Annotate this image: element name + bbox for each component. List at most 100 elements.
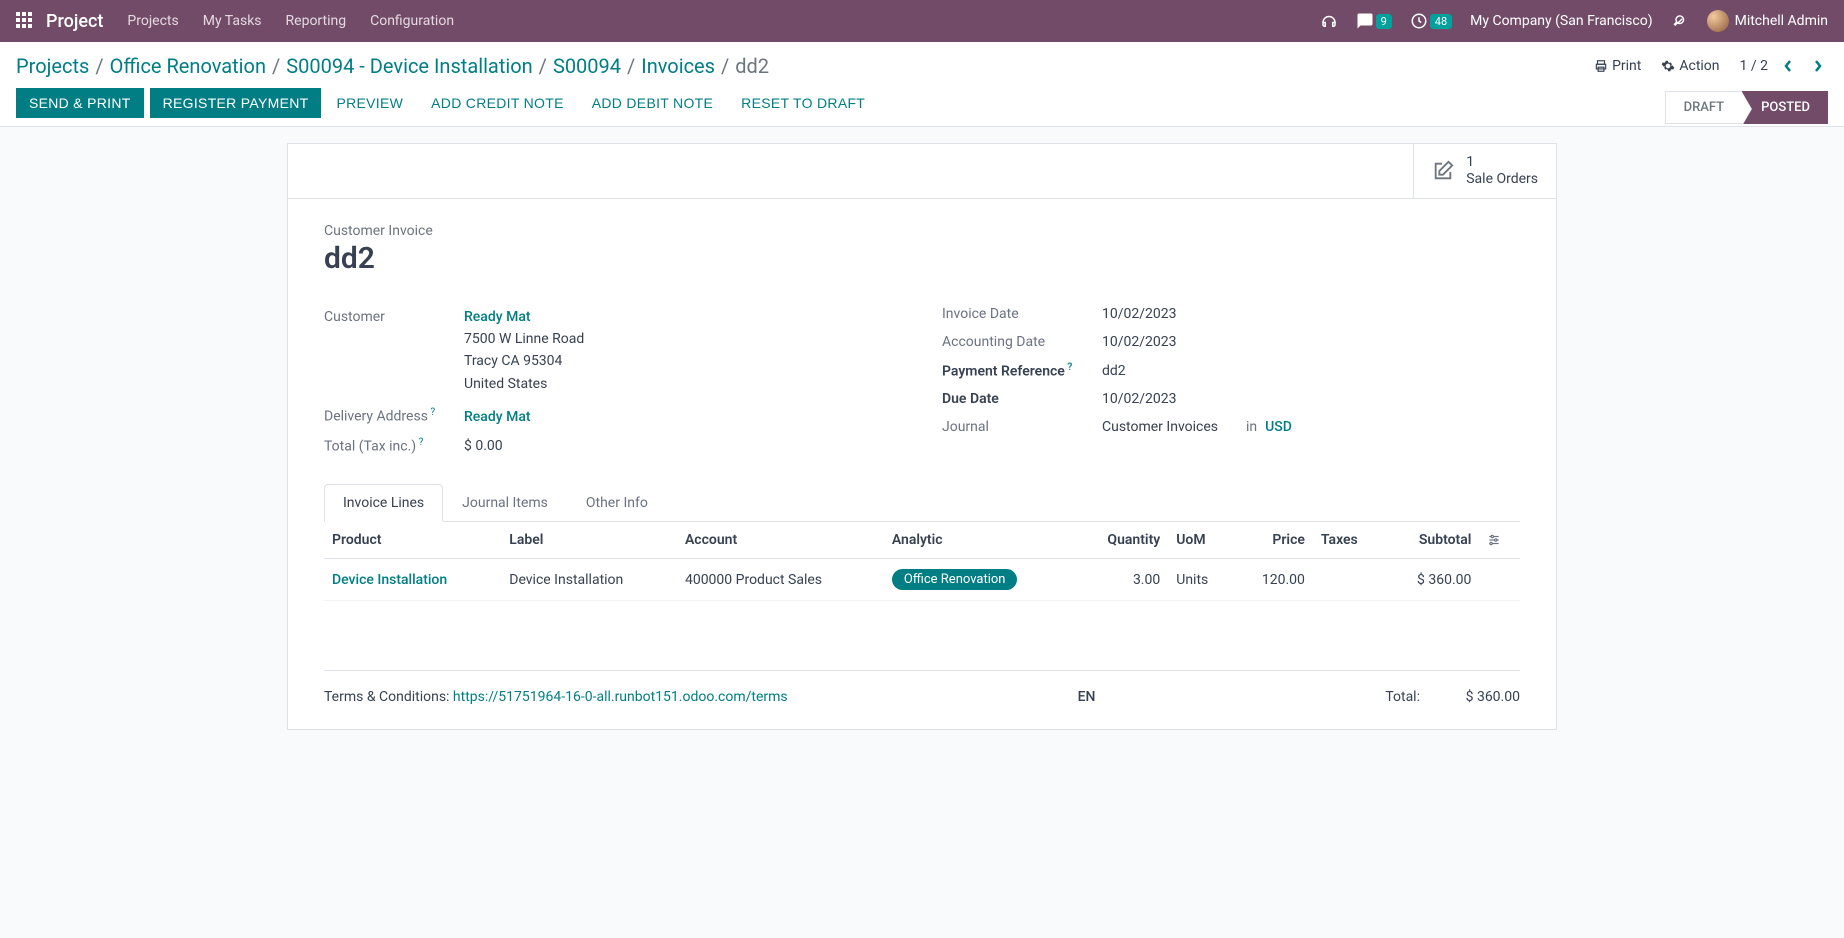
crumb-so[interactable]: S00094 bbox=[553, 54, 621, 78]
total-inc-label: Total (Tax inc.) ? bbox=[324, 437, 464, 455]
add-credit-note-button[interactable]: ADD CREDIT NOTE bbox=[418, 88, 577, 118]
tabs: Invoice Lines Journal Items Other Info bbox=[324, 484, 1520, 522]
sale-orders-stat-button[interactable]: 1 Sale Orders bbox=[1413, 144, 1556, 198]
cell-account: 400000 Product Sales bbox=[677, 559, 884, 601]
pencil-square-icon bbox=[1432, 160, 1454, 182]
breadcrumb: Projects/ Office Renovation/ S00094 - De… bbox=[16, 54, 769, 78]
invoice-date-label: Invoice Date bbox=[942, 306, 1102, 322]
total-value: $ 360.00 bbox=[1440, 689, 1520, 705]
help-icon[interactable]: ? bbox=[416, 437, 423, 448]
accounting-date-label: Accounting Date bbox=[942, 334, 1102, 350]
send-print-button[interactable]: SEND & PRINT bbox=[16, 88, 144, 118]
th-uom[interactable]: UoM bbox=[1168, 522, 1233, 559]
journal-label: Journal bbox=[942, 419, 1102, 435]
delivery-link[interactable]: Ready Mat bbox=[464, 409, 531, 425]
print-button[interactable]: Print bbox=[1594, 58, 1641, 74]
table-row[interactable]: Device Installation Device Installation … bbox=[324, 559, 1520, 601]
th-price[interactable]: Price bbox=[1233, 522, 1313, 559]
action-button[interactable]: Action bbox=[1661, 58, 1719, 74]
nav-my-tasks[interactable]: My Tasks bbox=[203, 13, 262, 29]
payment-ref-label: Payment Reference ? bbox=[942, 362, 1102, 380]
tab-other-info[interactable]: Other Info bbox=[567, 484, 667, 522]
due-date: 10/02/2023 bbox=[1102, 391, 1177, 407]
sliders-icon bbox=[1487, 533, 1501, 547]
cell-product[interactable]: Device Installation bbox=[332, 572, 447, 588]
th-subtotal[interactable]: Subtotal bbox=[1384, 522, 1479, 559]
navbar: Project Projects My Tasks Reporting Conf… bbox=[0, 0, 1844, 42]
register-payment-button[interactable]: REGISTER PAYMENT bbox=[150, 88, 322, 118]
column-selector[interactable] bbox=[1479, 522, 1520, 559]
debug-icon[interactable] bbox=[1671, 12, 1689, 30]
th-account[interactable]: Account bbox=[677, 522, 884, 559]
delivery-label: Delivery Address ? bbox=[324, 407, 464, 425]
customer-label: Customer bbox=[324, 309, 464, 325]
status-draft[interactable]: DRAFT bbox=[1665, 91, 1743, 124]
payment-ref: dd2 bbox=[1102, 363, 1126, 379]
systray: 9 48 My Company (San Francisco) Mitchell… bbox=[1320, 10, 1828, 32]
pager-next[interactable] bbox=[1808, 56, 1828, 76]
crumb-office-renovation[interactable]: Office Renovation bbox=[110, 54, 266, 78]
th-taxes[interactable]: Taxes bbox=[1313, 522, 1384, 559]
cell-uom: Units bbox=[1168, 559, 1233, 601]
company-switcher[interactable]: My Company (San Francisco) bbox=[1470, 13, 1652, 29]
cell-price: 120.00 bbox=[1233, 559, 1313, 601]
cell-subtotal: $ 360.00 bbox=[1384, 559, 1479, 601]
messages-icon[interactable]: 9 bbox=[1356, 12, 1392, 30]
terms-conditions: Terms & Conditions: https://51751964-16-… bbox=[324, 689, 788, 705]
app-name: Project bbox=[46, 11, 103, 32]
analytic-tag[interactable]: Office Renovation bbox=[892, 569, 1018, 590]
pager-value[interactable]: 1 / 2 bbox=[1740, 58, 1768, 74]
gear-icon bbox=[1661, 59, 1675, 73]
button-box: 1 Sale Orders bbox=[288, 144, 1556, 199]
currency-link[interactable]: USD bbox=[1265, 419, 1292, 435]
crumb-task[interactable]: S00094 - Device Installation bbox=[286, 54, 532, 78]
nav-configuration[interactable]: Configuration bbox=[370, 13, 454, 29]
stat-count: 1 bbox=[1466, 154, 1538, 171]
crumb-current: dd2 bbox=[735, 54, 769, 78]
avatar-icon bbox=[1707, 10, 1729, 32]
record-type-label: Customer Invoice bbox=[324, 223, 1520, 239]
support-icon[interactable] bbox=[1320, 12, 1338, 30]
form-sheet: 1 Sale Orders Customer Invoice dd2 Custo… bbox=[287, 143, 1557, 730]
tab-invoice-lines[interactable]: Invoice Lines bbox=[324, 484, 443, 522]
th-label[interactable]: Label bbox=[501, 522, 677, 559]
invoice-lines-table: Product Label Account Analytic Quantity … bbox=[324, 522, 1520, 601]
total-label: Total: bbox=[1385, 689, 1420, 705]
cell-quantity: 3.00 bbox=[1075, 559, 1168, 601]
th-analytic[interactable]: Analytic bbox=[884, 522, 1075, 559]
activities-icon[interactable]: 48 bbox=[1410, 12, 1452, 30]
chevron-right-icon bbox=[1813, 59, 1823, 73]
customer-link[interactable]: Ready Mat bbox=[464, 309, 531, 325]
th-quantity[interactable]: Quantity bbox=[1075, 522, 1168, 559]
journal-in: in bbox=[1246, 419, 1257, 435]
customer-addr2: Tracy CA 95304 bbox=[464, 353, 562, 369]
crumb-projects[interactable]: Projects bbox=[16, 54, 89, 78]
cell-taxes bbox=[1313, 559, 1384, 601]
due-date-label: Due Date bbox=[942, 391, 1102, 407]
customer-addr3: United States bbox=[464, 376, 547, 392]
pager-prev[interactable] bbox=[1778, 56, 1798, 76]
help-icon[interactable]: ? bbox=[1065, 362, 1072, 373]
tab-journal-items[interactable]: Journal Items bbox=[443, 484, 567, 522]
crumb-invoices[interactable]: Invoices bbox=[641, 54, 715, 78]
action-buttons: SEND & PRINT REGISTER PAYMENT PREVIEW AD… bbox=[16, 88, 878, 126]
nav-projects[interactable]: Projects bbox=[127, 13, 178, 29]
apps-icon[interactable] bbox=[16, 12, 34, 30]
record-name: dd2 bbox=[324, 241, 1520, 276]
messages-badge: 9 bbox=[1376, 14, 1392, 29]
nav-reporting[interactable]: Reporting bbox=[286, 13, 347, 29]
terms-link[interactable]: https://51751964-16-0-all.runbot151.odoo… bbox=[453, 689, 788, 705]
journal-value: Customer Invoices bbox=[1102, 419, 1218, 435]
reset-draft-button[interactable]: RESET TO DRAFT bbox=[728, 88, 878, 118]
status-posted[interactable]: POSTED bbox=[1742, 91, 1828, 124]
stat-label: Sale Orders bbox=[1466, 171, 1538, 188]
cell-label: Device Installation bbox=[501, 559, 677, 601]
th-product[interactable]: Product bbox=[324, 522, 501, 559]
help-icon[interactable]: ? bbox=[428, 407, 435, 418]
add-debit-note-button[interactable]: ADD DEBIT NOTE bbox=[579, 88, 726, 118]
lang-indicator[interactable]: EN bbox=[1078, 689, 1096, 705]
control-panel: Projects/ Office Renovation/ S00094 - De… bbox=[0, 42, 1844, 127]
accounting-date: 10/02/2023 bbox=[1102, 334, 1177, 350]
user-menu[interactable]: Mitchell Admin bbox=[1707, 10, 1828, 32]
preview-button[interactable]: PREVIEW bbox=[323, 88, 416, 118]
